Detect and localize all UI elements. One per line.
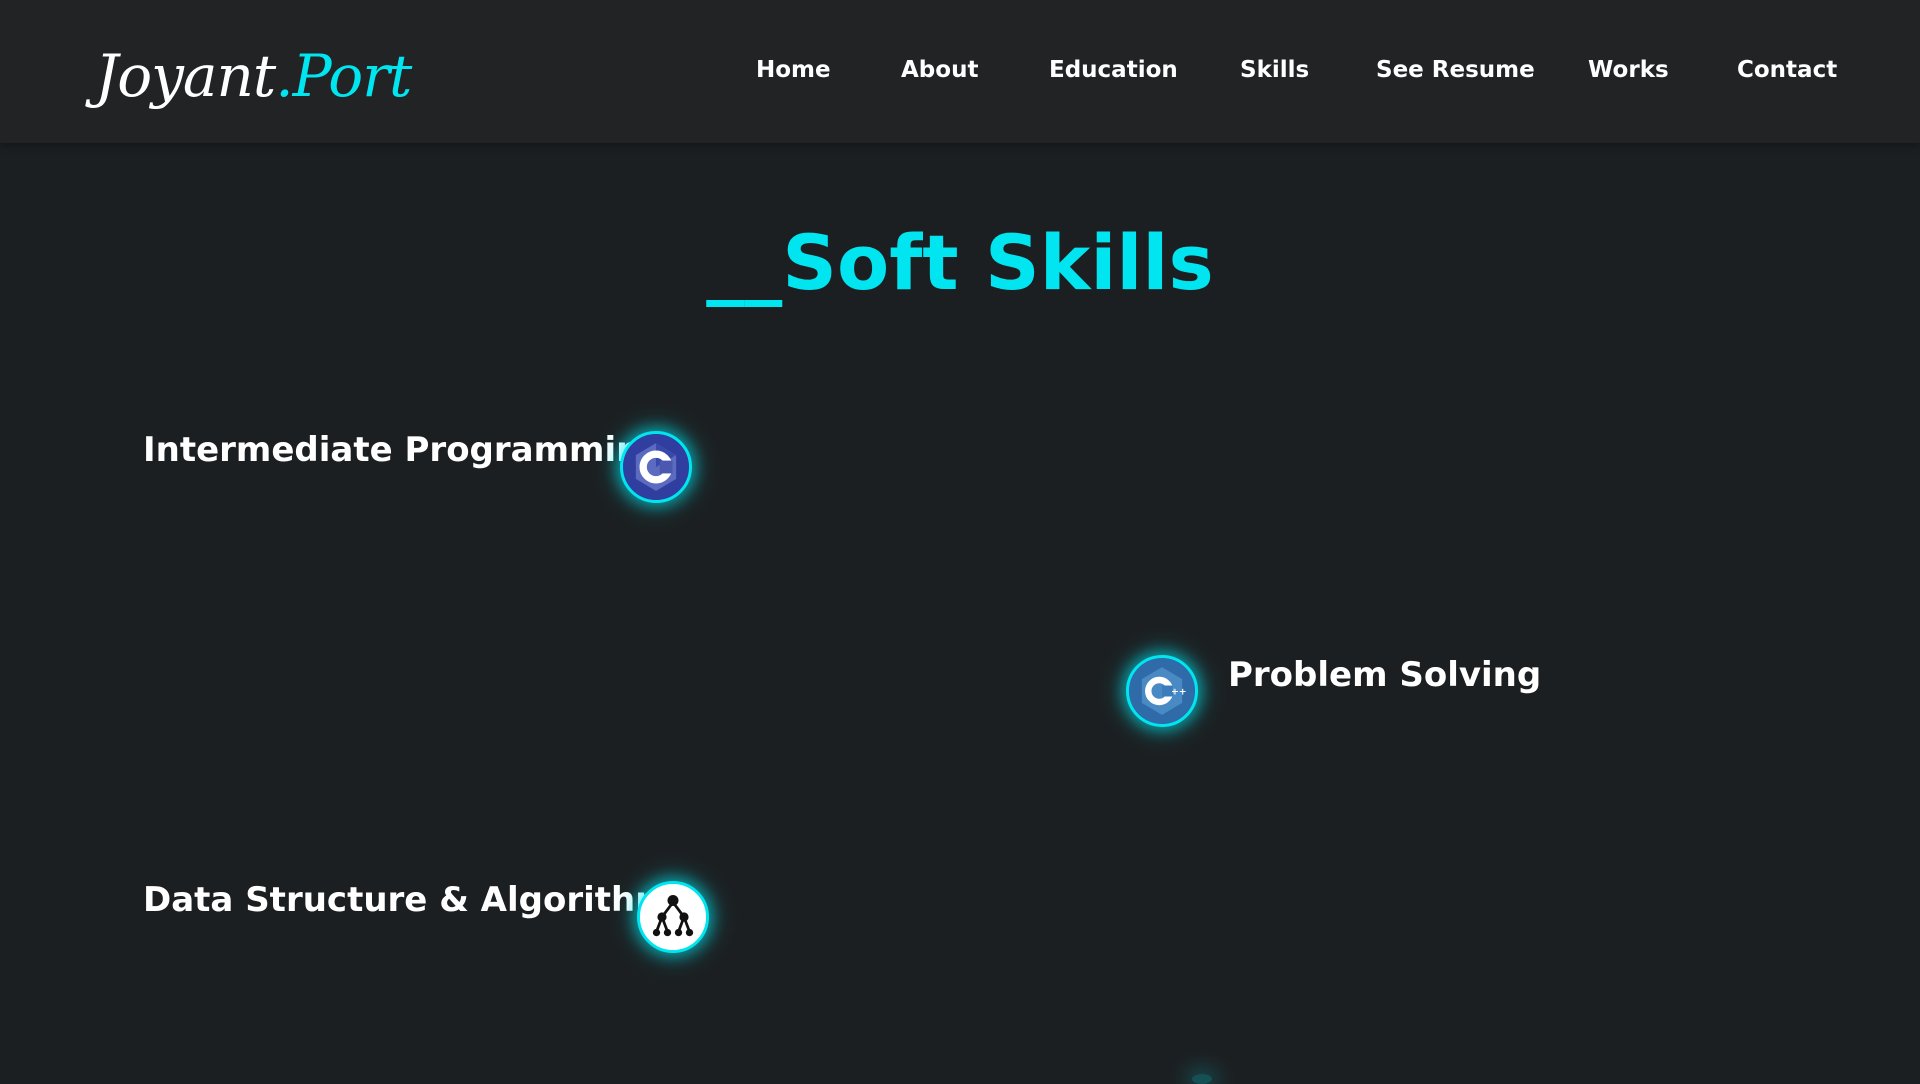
- main-nav: Home About Education Skills See Resume W…: [0, 50, 1920, 90]
- skill-label-problem-solving: Problem Solving: [1228, 655, 1542, 695]
- nav-works[interactable]: Works: [1588, 50, 1669, 90]
- skill-label-data-structure-algorithms: Data Structure & Algorithms: [143, 880, 691, 920]
- nav-education[interactable]: Education: [1049, 50, 1178, 90]
- cpp-language-icon: ++: [1126, 655, 1198, 727]
- skill-label-intermediate-programming: Intermediate Programming: [143, 430, 665, 470]
- nav-see-resume[interactable]: See Resume: [1376, 50, 1535, 90]
- navbar: Joyant.Port Home About Education Skills …: [0, 0, 1920, 143]
- section-title: __Soft Skills: [706, 218, 1214, 307]
- nav-contact[interactable]: Contact: [1737, 50, 1837, 90]
- c-language-icon: [620, 431, 692, 503]
- nav-about[interactable]: About: [901, 50, 978, 90]
- svg-text:++: ++: [1171, 687, 1186, 698]
- tree-structure-icon: [637, 881, 709, 953]
- nav-skills[interactable]: Skills: [1240, 50, 1309, 90]
- partial-skill-icon-glow: [1192, 1074, 1212, 1084]
- nav-home[interactable]: Home: [756, 50, 831, 90]
